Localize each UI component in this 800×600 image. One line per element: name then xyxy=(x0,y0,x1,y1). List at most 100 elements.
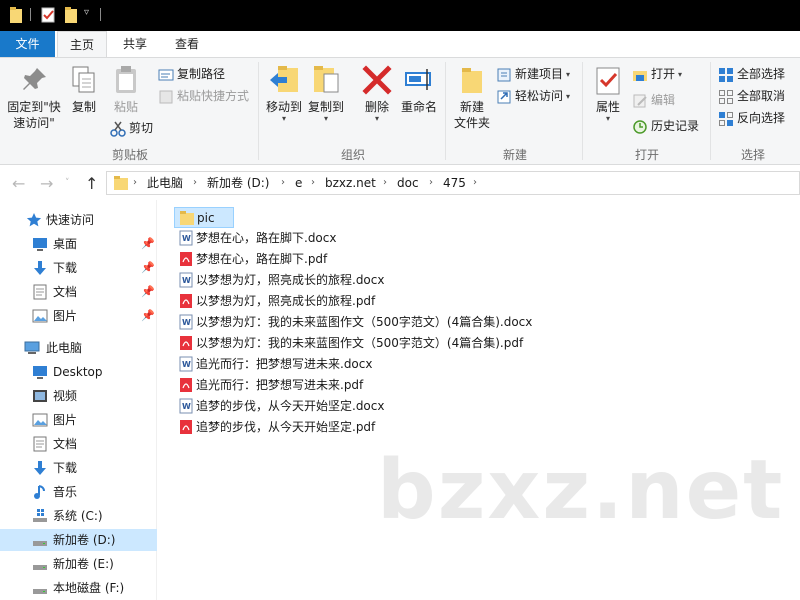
tab-share[interactable]: 共享 xyxy=(110,31,160,57)
breadcrumb-bzxz-net[interactable]: bzxz.net xyxy=(325,172,376,194)
properties-button[interactable]: 属性 ▾ xyxy=(590,64,626,123)
scissors-icon xyxy=(110,121,126,137)
paste-shortcut-label: 粘贴快捷方式 xyxy=(177,89,250,103)
properties-icon[interactable] xyxy=(40,6,56,24)
new-item-icon xyxy=(497,68,511,81)
breadcrumb-drive-d[interactable]: 新加卷 (D:) xyxy=(207,172,269,194)
sidebar-item-label: 此电脑 xyxy=(46,341,83,355)
sidebar-item-documents-pc[interactable]: 文档 xyxy=(0,433,157,455)
edit-button[interactable]: 编辑 xyxy=(632,90,675,110)
breadcrumb-this-pc[interactable]: 此电脑 xyxy=(147,172,183,194)
copy-button[interactable]: 复制 xyxy=(66,64,102,115)
cut-button[interactable]: 剪切 xyxy=(110,118,153,138)
open-dropdown-icon: ▾ xyxy=(678,69,683,79)
sidebar-item-videos[interactable]: 视频 xyxy=(0,385,157,407)
sidebar-item-drive-f[interactable]: 本地磁盘 (F:) xyxy=(0,577,157,599)
address-bar[interactable]: › 此电脑 › 新加卷 (D:) › e › bzxz.net › doc › … xyxy=(106,171,800,195)
pin-icon[interactable]: 📌 xyxy=(141,257,155,279)
new-folder-button[interactable]: 新建 文件夹 xyxy=(450,64,494,131)
recent-locations-chevron-icon[interactable]: ˅ xyxy=(65,178,70,188)
sidebar-item-drive-c[interactable]: 系统 (C:) xyxy=(0,505,157,527)
up-arrow-icon[interactable]: ↑ xyxy=(85,174,98,193)
move-to-dropdown-icon: ▾ xyxy=(281,114,286,123)
tab-view[interactable]: 查看 xyxy=(162,31,212,57)
pin-icon[interactable]: 📌 xyxy=(141,305,155,327)
breadcrumb-e[interactable]: e xyxy=(295,172,302,194)
group-separator xyxy=(445,62,446,160)
rename-button[interactable]: 重命名 xyxy=(398,64,440,115)
sidebar-item-pictures[interactable]: 图片 📌 xyxy=(0,305,157,327)
open-button[interactable]: 打开 ▾ xyxy=(632,64,682,84)
svg-text:W: W xyxy=(182,318,191,327)
folder-icon xyxy=(114,176,128,190)
pin-quick-access-button[interactable]: 固定到"快速访问" xyxy=(4,64,64,131)
copy-to-button[interactable]: 复制到 ▾ xyxy=(306,64,346,123)
breadcrumb-475[interactable]: 475 xyxy=(443,172,466,194)
customize-toolbar-chevron-icon[interactable]: ▿ xyxy=(84,7,89,25)
forward-arrow-icon[interactable]: → xyxy=(40,174,53,193)
copy-to-label: 复制到 xyxy=(307,100,344,114)
drive-icon xyxy=(33,565,47,570)
rename-label: 重命名 xyxy=(400,100,437,114)
sidebar-item-this-pc[interactable]: 此电脑 xyxy=(0,337,157,359)
sidebar-item-documents[interactable]: 文档 📌 xyxy=(0,281,157,303)
sidebar-item-desktop-pc[interactable]: Desktop xyxy=(0,361,157,383)
sidebar-item-label: 快速访问 xyxy=(46,213,95,227)
breadcrumb-separator-icon[interactable]: › xyxy=(311,172,315,194)
move-to-icon xyxy=(270,66,298,92)
breadcrumb-doc[interactable]: doc xyxy=(397,172,419,194)
new-folder-icon[interactable] xyxy=(64,6,78,24)
sidebar-item-desktop[interactable]: 桌面 📌 xyxy=(0,233,157,255)
pin-icon[interactable]: 📌 xyxy=(141,233,155,255)
pin-icon[interactable]: 📌 xyxy=(141,281,155,303)
sidebar-item-music[interactable]: 音乐 xyxy=(0,481,157,503)
file-name: 梦想在心，路在脚下.docx xyxy=(196,231,337,245)
sidebar-item-drive-e[interactable]: 新加卷 (E:) xyxy=(0,553,157,575)
invert-selection-button[interactable]: 反向选择 xyxy=(718,108,785,128)
tab-file[interactable]: 文件 xyxy=(0,31,55,57)
copy-label: 复制 xyxy=(71,100,96,114)
paste-shortcut-button[interactable]: 粘贴快捷方式 xyxy=(158,86,249,106)
breadcrumb-separator-icon[interactable]: › xyxy=(473,172,477,194)
open-label: 打开 xyxy=(651,67,676,81)
back-arrow-icon[interactable]: ← xyxy=(12,174,25,193)
sidebar-item-label: 文档 xyxy=(53,437,78,451)
history-button[interactable]: 历史记录 xyxy=(632,116,699,136)
list-item[interactable]: pic xyxy=(174,207,234,228)
breadcrumb-separator-icon[interactable]: › xyxy=(133,172,137,194)
new-item-label: 新建项目 xyxy=(515,67,564,81)
breadcrumb-separator-icon[interactable]: › xyxy=(281,172,285,194)
move-to-button[interactable]: 移动到 ▾ xyxy=(264,64,304,123)
new-group-label: 新建 xyxy=(502,148,527,162)
breadcrumb-separator-icon[interactable]: › xyxy=(429,172,433,194)
toolbar-separator xyxy=(30,8,31,21)
easy-access-label: 轻松访问 xyxy=(515,89,564,103)
copy-to-dropdown-icon: ▾ xyxy=(323,114,328,123)
copy-path-button[interactable]: 复制路径 xyxy=(158,64,225,84)
new-item-button[interactable]: 新建项目 ▾ xyxy=(496,64,570,84)
delete-button[interactable]: 删除 ▾ xyxy=(360,64,394,123)
picture-icon xyxy=(32,309,48,323)
copy-path-label: 复制路径 xyxy=(177,67,226,81)
paste-button[interactable]: 粘贴 xyxy=(108,64,144,115)
tab-home[interactable]: 主页 xyxy=(57,31,107,58)
sidebar-item-quick-access[interactable]: 快速访问 xyxy=(0,209,157,231)
edit-icon xyxy=(633,94,647,107)
sidebar-item-downloads[interactable]: 下载 📌 xyxy=(0,257,157,279)
easy-access-icon xyxy=(497,90,511,103)
folder-icon[interactable] xyxy=(9,6,23,24)
easy-access-button[interactable]: 轻松访问 ▾ xyxy=(496,86,570,106)
sidebar-item-label: Desktop xyxy=(53,365,103,379)
document-icon xyxy=(33,436,47,452)
pin-quick-access-label: 固定到"快速访问" xyxy=(7,100,61,130)
breadcrumb-separator-icon[interactable]: › xyxy=(193,172,197,194)
sidebar-item-pictures-pc[interactable]: 图片 xyxy=(0,409,157,431)
file-name: 追光而行：把梦想写进未来.docx xyxy=(196,357,373,371)
breadcrumb-separator-icon[interactable]: › xyxy=(383,172,387,194)
select-all-button[interactable]: 全部选择 xyxy=(718,64,785,84)
music-note-icon xyxy=(34,485,45,499)
sidebar-item-downloads-pc[interactable]: 下载 xyxy=(0,457,157,479)
select-none-button[interactable]: 全部取消 xyxy=(718,86,785,106)
folder-icon xyxy=(180,211,194,225)
sidebar-item-drive-d[interactable]: 新加卷 (D:) xyxy=(0,529,157,551)
